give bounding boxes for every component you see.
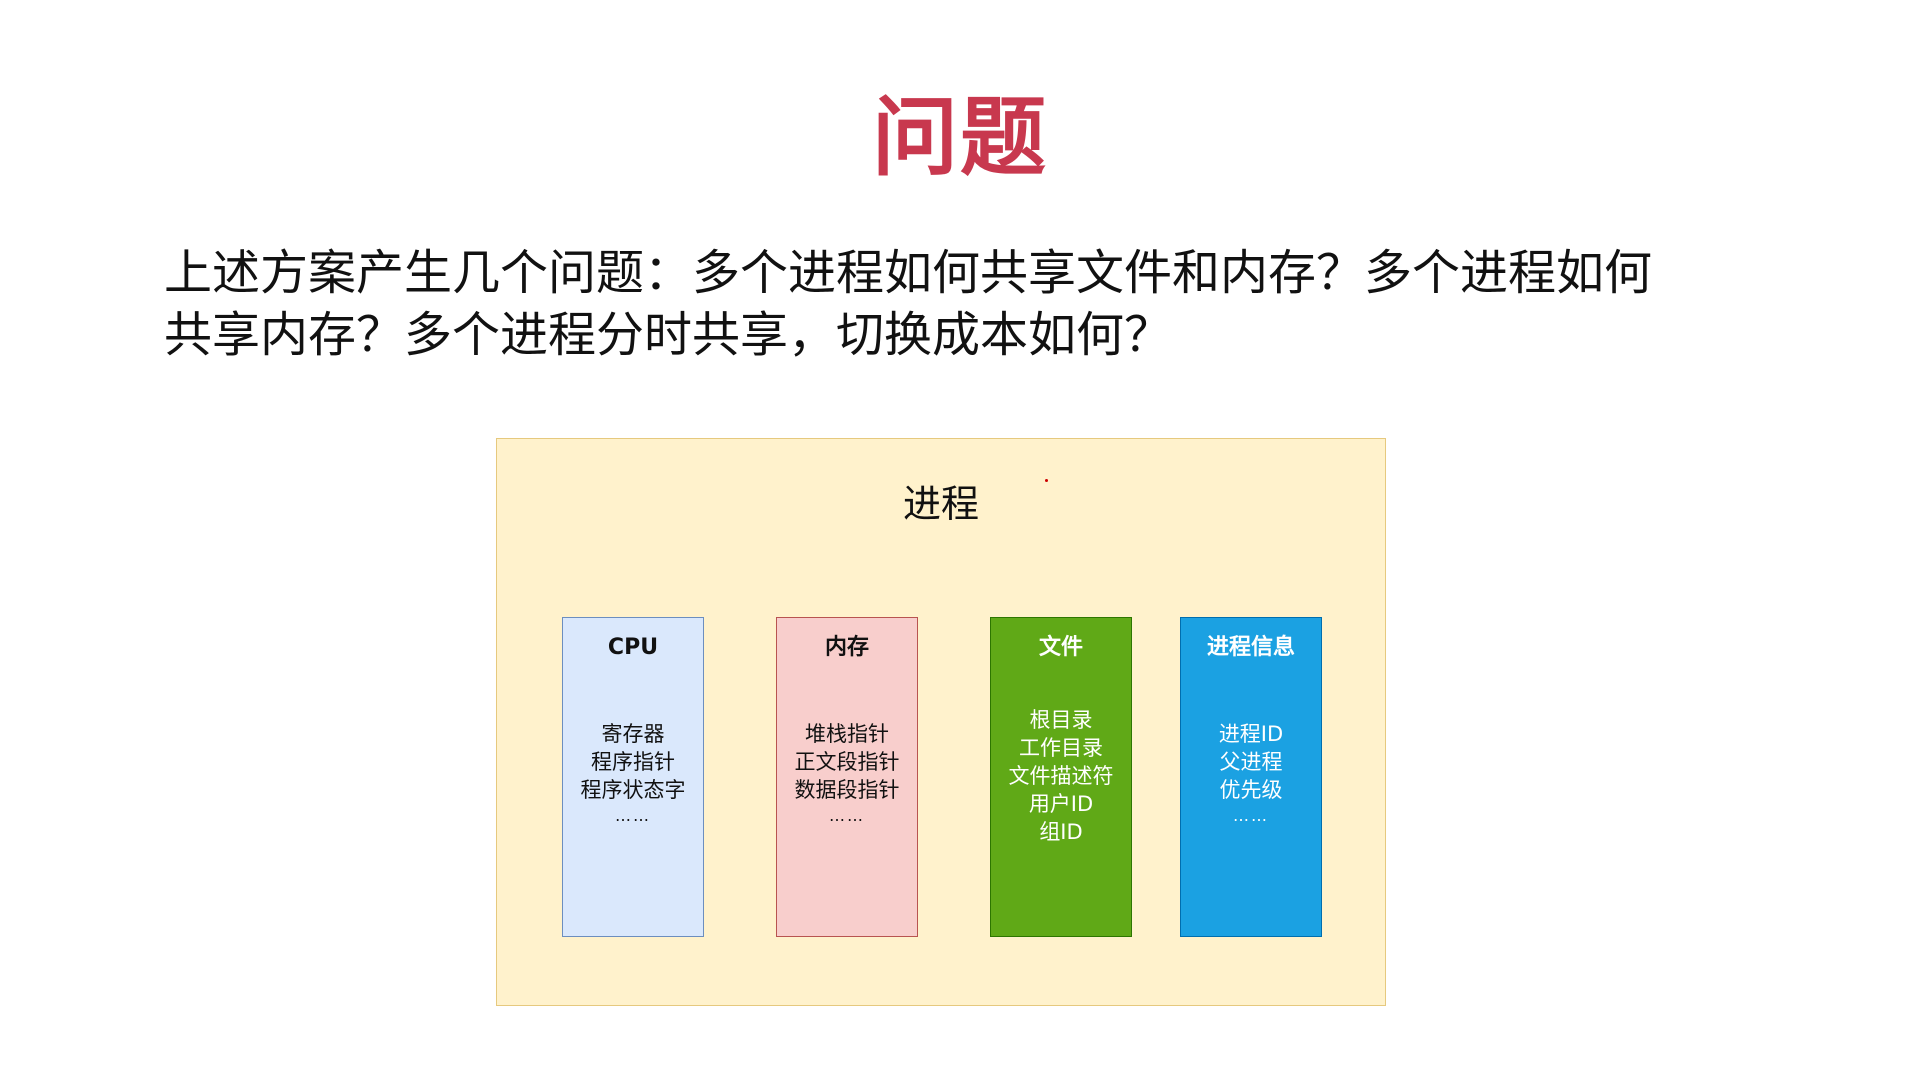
memory-box-items: 堆栈指针 正文段指针 数据段指针 …… [777,720,917,828]
file-item: 用户ID [1028,792,1094,816]
cpu-box-items: 寄存器 程序指针 程序状态字 …… [563,720,703,828]
process-info-item: 父进程 [1219,750,1283,774]
file-item: 根目录 [1029,708,1093,732]
process-info-ellipsis: …… [1233,806,1269,825]
memory-item: 数据段指针 [794,778,900,802]
process-info-item: 进程ID [1218,722,1284,746]
file-box-title: 文件 [1038,635,1083,660]
file-box: 文件 根目录 工作目录 文件描述符 用户ID 组ID [990,617,1132,937]
process-diagram: 进程 CPU 寄存器 程序指针 程序状态字 …… 内存 堆栈指针 正文段指针 数… [496,438,1386,1006]
slide: 问题 上述方案产生几个问题：多个进程如何共享文件和内存？多个进程如何 共享内存？… [0,0,1920,1080]
process-info-item: 优先级 [1219,778,1283,802]
cpu-ellipsis: …… [615,806,651,825]
memory-item: 堆栈指针 [805,722,889,746]
process-info-box: 进程信息 进程ID 父进程 优先级 …… [1180,617,1322,937]
memory-item: 正文段指针 [794,750,900,774]
slide-title: 问题 [872,88,1048,188]
process-info-box-title: 进程信息 [1206,635,1295,660]
file-item: 组ID [1039,820,1083,844]
cpu-item: 程序指针 [591,750,675,774]
body-line-1: 上述方案产生几个问题：多个进程如何共享文件和内存？多个进程如何 [164,245,1653,301]
memory-ellipsis: …… [829,806,865,825]
process-info-box-items: 进程ID 父进程 优先级 …… [1181,720,1321,828]
cpu-item: 寄存器 [601,722,665,746]
memory-box-title: 内存 [824,635,869,660]
body-line-2: 共享内存？多个进程分时共享，切换成本如何？ [164,307,1173,363]
accent-dot [1045,479,1048,482]
cpu-box-title: CPU [607,635,659,660]
file-item: 文件描述符 [1008,764,1114,788]
file-item: 工作目录 [1019,736,1103,760]
cpu-box: CPU 寄存器 程序指针 程序状态字 …… [562,617,704,937]
process-diagram-title: 进程 [902,482,979,526]
slide-body-text: 上述方案产生几个问题：多个进程如何共享文件和内存？多个进程如何 共享内存？多个进… [164,242,1724,366]
file-box-items: 根目录 工作目录 文件描述符 用户ID 组ID [991,706,1131,846]
cpu-item: 程序状态字 [580,778,686,802]
memory-box: 内存 堆栈指针 正文段指针 数据段指针 …… [776,617,918,937]
